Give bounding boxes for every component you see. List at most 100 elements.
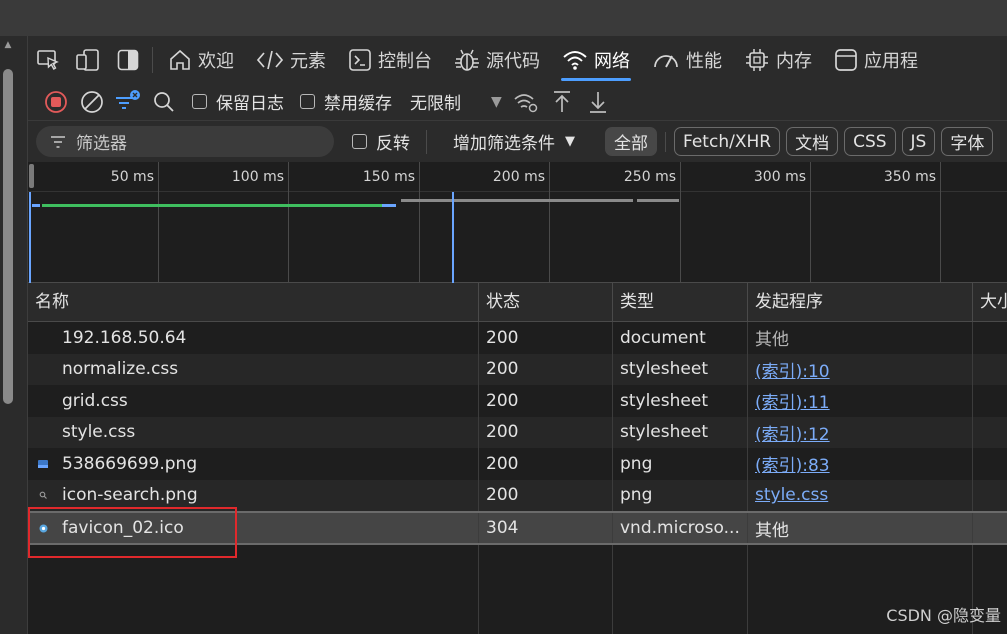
tab-console[interactable]: 控制台 [337, 36, 443, 83]
tab-label: 欢迎 [198, 50, 234, 72]
import-har-button[interactable] [544, 86, 580, 118]
window-top-strip [0, 0, 1007, 36]
invert-checkbox[interactable]: 反转 [352, 129, 410, 154]
timeline-tick-label: 50 ms [110, 169, 154, 185]
network-conditions-button[interactable] [508, 86, 544, 118]
timeline-gridline [549, 162, 550, 283]
throttle-select[interactable]: 无限制 ▼ [410, 89, 502, 115]
request-name: normalize.css [28, 353, 479, 385]
preserve-log-checkbox[interactable]: 保留日志 [192, 89, 284, 114]
table-row[interactable]: normalize.css 200 stylesheet (索引):10 [28, 353, 1007, 385]
inspect-element-icon[interactable] [28, 36, 68, 83]
column-header-type[interactable]: 类型 [613, 283, 748, 322]
chip-label: 全部 [614, 134, 648, 154]
request-name-cell: 538669699.png [28, 448, 479, 480]
scrollbar-thumb[interactable] [3, 69, 13, 404]
preserve-log-label: 保留日志 [216, 94, 284, 114]
header-label: 类型 [620, 292, 654, 312]
timeline-gridline [940, 162, 941, 283]
timeline-tick-label: 300 ms [753, 169, 806, 185]
chip-label: Fetch/XHR [683, 131, 772, 152]
device-emulation-icon[interactable] [68, 36, 108, 83]
request-name: 538669699.png [62, 453, 198, 474]
filter-chip-js[interactable]: JS [901, 127, 936, 156]
record-stop-button[interactable] [38, 86, 74, 118]
timeline-tick-label: 200 ms [492, 169, 545, 185]
filter-placeholder: 筛选器 [76, 134, 127, 154]
request-status: 200 [479, 322, 613, 354]
filter-chip-font[interactable]: 字体 [941, 127, 994, 156]
more-filters-label: 增加筛选条件 [453, 134, 555, 154]
tab-sources[interactable]: 源代码 [443, 36, 551, 83]
scroll-up-icon[interactable]: ▲ [3, 40, 13, 58]
filter-chip-all[interactable]: 全部 [605, 127, 657, 156]
column-header-name[interactable]: 名称 [28, 283, 479, 322]
network-timeline-overview[interactable]: 50 ms 100 ms 150 ms 200 ms 250 ms 300 ms… [28, 162, 1007, 283]
request-status: 200 [479, 385, 613, 417]
filter-toggle-button[interactable] [110, 86, 146, 118]
filter-separator [426, 129, 427, 154]
gauge-icon [652, 49, 680, 71]
filter-active-icon [116, 89, 140, 109]
tab-elements[interactable]: 元素 [245, 36, 337, 83]
timeline-range-handle[interactable] [29, 164, 34, 188]
image-icon [38, 459, 48, 469]
search-button[interactable] [146, 86, 182, 118]
request-initiator-link[interactable]: (索引):12 [748, 416, 973, 448]
request-initiator-link[interactable]: (索引):83 [748, 448, 973, 480]
timeline-gridline [810, 162, 811, 283]
request-status: 200 [479, 448, 613, 480]
clear-button[interactable] [74, 86, 110, 118]
filter-chip-fetch-xhr[interactable]: Fetch/XHR [674, 127, 781, 156]
more-filters-dropdown[interactable]: 增加筛选条件 ▼ [453, 129, 575, 154]
request-name: grid.css [28, 385, 479, 417]
devtools-tabbar: 欢迎 元素 控制台 源代码 网络 性能 内存 应用程 [28, 36, 1007, 83]
tab-network[interactable]: 网络 [551, 36, 641, 83]
timeline-request-bar [42, 204, 382, 207]
timeline-request-bar [637, 199, 679, 202]
tab-label: 应用程 [864, 50, 918, 72]
tab-performance[interactable]: 性能 [641, 36, 733, 83]
request-initiator-link[interactable]: style.css [748, 479, 973, 511]
console-icon [348, 48, 372, 72]
dock-side-icon[interactable] [108, 36, 148, 83]
timeline-start-marker [29, 192, 31, 283]
column-header-initiator[interactable]: 发起程序 [748, 283, 973, 322]
search-small-icon [38, 490, 48, 500]
request-initiator-link[interactable]: (索引):11 [748, 385, 973, 417]
tab-memory[interactable]: 内存 [733, 36, 823, 83]
header-label: 名称 [35, 292, 69, 312]
filter-chip-doc[interactable]: 文档 [786, 127, 839, 156]
chip-label: CSS [853, 131, 887, 152]
table-row[interactable]: 538669699.png 200 png (索引):83 [28, 448, 1007, 480]
request-name: 192.168.50.64 [28, 322, 479, 354]
tab-label: 源代码 [486, 50, 540, 72]
chevron-down-icon: ▼ [491, 93, 502, 110]
column-header-size[interactable]: 大小 [973, 283, 1007, 322]
chip-separator [665, 131, 666, 152]
request-type: vnd.microso... [613, 513, 748, 543]
window-icon [834, 48, 858, 72]
timeline-tick-label: 350 ms [883, 169, 936, 185]
request-status: 304 [479, 513, 613, 543]
request-initiator-link[interactable]: (索引):10 [748, 353, 973, 385]
checkbox-box[interactable] [192, 94, 207, 109]
chip-icon [744, 47, 770, 73]
watermark-text: CSDN @隐变量 [886, 606, 1001, 625]
filter-input[interactable]: 筛选器 [36, 126, 334, 157]
table-row[interactable]: style.css 200 stylesheet (索引):12 [28, 416, 1007, 448]
request-name: style.css [28, 416, 479, 448]
tab-application[interactable]: 应用程 [823, 36, 929, 83]
disable-cache-checkbox[interactable]: 禁用缓存 [300, 89, 392, 114]
timeline-request-bar [401, 199, 633, 202]
table-header: 名称 状态 类型 发起程序 大小 [28, 283, 1007, 322]
checkbox-box[interactable] [352, 134, 367, 149]
tab-welcome[interactable]: 欢迎 [157, 36, 245, 83]
clear-icon [81, 90, 103, 113]
column-header-status[interactable]: 状态 [479, 283, 613, 322]
table-row[interactable]: 192.168.50.64 200 document 其他 [28, 322, 1007, 354]
filter-chip-css[interactable]: CSS [844, 127, 896, 156]
table-row[interactable]: grid.css 200 stylesheet (索引):11 [28, 385, 1007, 417]
checkbox-box[interactable] [300, 94, 315, 109]
export-har-button[interactable] [580, 86, 616, 118]
